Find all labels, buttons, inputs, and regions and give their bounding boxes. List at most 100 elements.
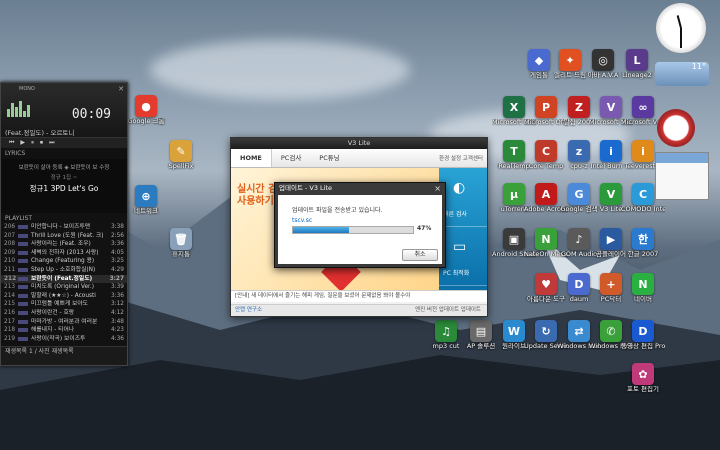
close-icon[interactable]: ✕ [118,85,124,93]
v3-footer-links[interactable]: 엔진 버전 업데이트 업데이트 [415,305,481,316]
v3-sidebar: ◐ 빠른 검사 ▭ PC 최적화 [439,168,487,290]
dialog-title: 업데이트 - V3 Lite [279,184,333,192]
playlist-row[interactable]: 217 마마가방 - 여러분과 여러분 3:48 [1,318,127,327]
video-icon: ▶ [600,228,622,250]
v3-nav-links[interactable]: 환경 설정 고객센터 [439,154,487,162]
thermometer-icon: C [535,140,557,162]
tab-pc-scan[interactable]: PC검사 [272,149,310,167]
track-format-badge [18,267,28,272]
desktop-icon-label: Lineage2 [622,72,652,79]
playlist-row[interactable]: 216 사랑이란건 - 호랑 4:12 [1,309,127,318]
playlist-row[interactable]: 209 새벽의 전하자 (2013 사랑) 4:05 [1,249,127,258]
v3-footer: 안랩 연구소 엔진 버전 업데이트 업데이트 [231,304,487,316]
track-number: 207 [4,232,16,239]
clock-widget [656,3,706,53]
audio-icon: ♪ [568,228,590,250]
playlist-row[interactable]: 219 사랑이(작곡) 보이즈투 4:36 [1,335,127,344]
v3-titlebar[interactable]: V3 Lite [231,138,487,149]
playlist-row[interactable]: 214 말할래 (★★☆) - Acousti 3:36 [1,292,127,301]
game-icon: L [626,49,648,71]
track-number: 206 [4,224,16,230]
track-name: 미끄럼틀 예쁘게 보아도 [31,301,89,308]
desktop-icon-photo[interactable]: ✿ 포토 편집기 [621,363,665,394]
playlist-row[interactable]: 215 미끄럼틀 예쁘게 보아도 3:12 [1,300,127,309]
cpu-icon: z [568,140,590,162]
playlist-row[interactable]: 211 Step Up - 소호화합실(N) 4:29 [1,266,127,275]
pc-optimize-button[interactable]: ▭ PC 최적화 [439,227,487,286]
update-dialog[interactable]: 업데이트 - V3 Lite × 업데이트 파일을 전송받고 있습니다. tsc… [274,182,446,268]
v3-icon: V [600,183,622,205]
lyrics-line: 정규 1집 ~ [50,175,78,181]
desktop-icon-lineage[interactable]: L Lineage2 [615,49,659,80]
track-duration: 4:23 [110,327,124,334]
track-format-badge [18,259,28,264]
track-duration: 4:29 [110,266,124,273]
game-icon: ◎ [592,49,614,71]
phone-icon: ✆ [600,320,622,342]
progress-bar [292,226,414,234]
track-number: 209 [4,249,16,256]
game-icon: ✦ [559,49,581,71]
stop-icon[interactable]: ⏹ [40,138,43,148]
desktop-icon-pbd[interactable]: D 동영상 편집 Pro [621,320,665,351]
v3-nav-tabs: HOME PC검사 PC튜닝 환경 설정 고객센터 [231,149,487,168]
desktop-icon-hangul[interactable]: 한 한글 2007 [621,228,665,259]
folder-icon: ✎ [170,140,192,162]
playlist-row[interactable]: 208 사랑이라는 (Feat. 조우) 3:36 [1,240,127,249]
desktop-icon-chrome[interactable]: ● Google 크롬 [124,95,168,126]
app-icon: ▤ [470,320,492,342]
v3-promo-text[interactable]: [안내] 새 데이터에서 즐기는 해피 게임, 질문을 보셨어 문제없음 봐야 … [231,290,487,302]
playlist-row[interactable]: 207 Thrill Love (도원 (Feat. 크) 2:56 [1,232,127,241]
desktop-icon-label: 동영상 편집 Pro [621,343,665,350]
banner-line: 사용하기 [237,196,274,207]
pdf-icon: A [535,183,557,205]
track-name: 말할래 (★★☆) - Acousti [31,292,96,299]
desktop-icon-spelling[interactable]: ✎ SpellFix [159,140,203,171]
playlist-row[interactable]: 206 미안합니다 - 보이즈투맨 3:38 [1,223,127,232]
thermometer-icon: T [503,140,525,162]
track-format-badge [18,336,28,341]
playlist-row[interactable]: 210 Change (Featuring 용) 3:25 [1,257,127,266]
track-name: 새벽의 전하자 (2013 사랑) [31,249,99,256]
media-player[interactable]: MONO ✕ 00:09 (Feat.정일도) - 오르토니 ⏮ ▶ ⏸ ⏹ ⏭ LYR… [0,82,128,366]
close-icon[interactable]: × [434,183,441,194]
cancel-button[interactable]: 취소 [402,249,438,261]
track-name: 보란듯이 (Feat.정일도) [31,275,93,282]
play-icon[interactable]: ▶ [20,138,25,148]
sync-icon: ⇄ [568,320,590,342]
track-name: 마마가방 - 여러분과 여러분 [31,318,98,325]
archive-icon: Z [568,96,590,118]
photo-icon: ✿ [632,363,654,385]
transport-controls: ⏮ ▶ ⏸ ⏹ ⏭ [1,138,127,148]
track-duration: 3:36 [110,292,124,299]
track-name: Step Up - 소호화합실(N) [31,266,96,273]
playlist-row-active[interactable]: 212 보란듯이 (Feat.정일도) 3:27 [1,274,127,284]
playlist[interactable]: 206 미안합니다 - 보이즈투맨 3:38 207 Thrill Love (도원 (… [1,223,127,347]
desktop-icon-network[interactable]: ⊕ 네트워크 [124,185,168,216]
track-format-badge [18,285,28,290]
next-icon[interactable]: ⏭ [49,138,54,148]
desktop-icon-label: 네트워크 [134,208,158,215]
track-format-badge [18,310,28,315]
dialog-filename: tscv.sc [292,217,313,224]
lyrics-panel: 보란듯이 살아 등록 ◈ 보란듯이 보 수정 정규 1집 ~ 정규1 3PD L… [1,159,127,213]
desktop-icon-naver[interactable]: N 네이버 [621,273,665,304]
tab-pc-tuning[interactable]: PC튜닝 [310,149,348,167]
tab-home[interactable]: HOME [231,149,272,167]
track-number: 215 [4,301,16,308]
visual-studio-icon: V [600,96,622,118]
calendar-header [656,153,708,163]
desktop-icon-trash[interactable]: 🗑 휴지통 [159,228,203,259]
dialog-titlebar[interactable]: 업데이트 - V3 Lite × [275,183,445,194]
quick-scan-button[interactable]: ◐ 빠른 검사 [439,168,487,227]
prev-icon[interactable]: ⏮ [9,138,14,148]
pause-icon[interactable]: ⏸ [31,138,34,148]
network-icon: ⊕ [135,185,157,207]
shield-icon: C [632,183,654,205]
chrome-icon: ● [135,95,157,117]
playlist-row[interactable]: 218 해를내지 - 티어나 4:23 [1,326,127,335]
playlist-row[interactable]: 213 미치도록 (Original Ver.) 3:39 [1,283,127,292]
audio-icon: ♫ [435,320,457,342]
info-icon: i [632,140,654,162]
player-mode[interactable]: MONO [19,86,35,92]
